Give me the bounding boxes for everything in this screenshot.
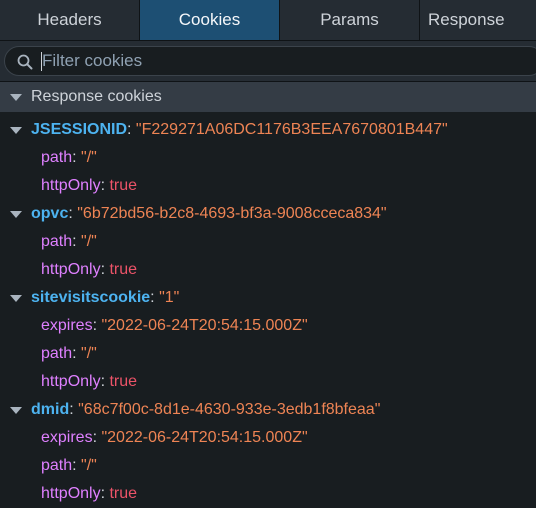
property-row: httpOnly: true	[41, 373, 138, 390]
cookies-tree: JSESSIONID: "F229271A06DC1176B3EEA767080…	[0, 116, 536, 508]
section-label: Response cookies	[31, 88, 162, 105]
property-key: httpOnly	[41, 261, 101, 278]
property-row: expires: "2022-06-24T20:54:15.000Z"	[41, 429, 308, 446]
filter-cookies-input[interactable]	[42, 50, 522, 72]
property-value: "/"	[81, 345, 97, 362]
search-icon	[17, 54, 33, 70]
property-value: "/"	[81, 457, 97, 474]
property-value: "/"	[81, 233, 97, 250]
cookie-value: "F229271A06DC1176B3EEA7670801B447"	[135, 121, 448, 138]
cookie-row-opvc[interactable]: opvc: "6b72bd56-b2c8-4693-bf3a-9008cceca…	[0, 200, 536, 228]
tab-response[interactable]: Response	[420, 0, 536, 40]
property-row: path: "/"	[41, 457, 97, 474]
cookie-name: sitevisitscookie	[31, 289, 151, 306]
cookie-row-jsessionid[interactable]: JSESSIONID: "F229271A06DC1176B3EEA767080…	[0, 116, 536, 144]
property-value: true	[109, 485, 138, 502]
property-row: path: "/"	[41, 345, 97, 362]
response-cookies-header[interactable]: Response cookies	[0, 82, 536, 112]
filter-box[interactable]	[4, 46, 536, 76]
property-value: true	[109, 261, 138, 278]
cookie-row-sitevisitscookie[interactable]: sitevisitscookie: "1"	[0, 284, 536, 312]
property-key: path	[41, 345, 73, 362]
property-key: httpOnly	[41, 485, 101, 502]
property-key: path	[41, 233, 73, 250]
property-key: httpOnly	[41, 177, 101, 194]
tab-bar: Headers Cookies Params Response	[0, 0, 536, 41]
property-row: path: "/"	[41, 149, 97, 166]
property-value: "/"	[81, 149, 97, 166]
tab-cookies[interactable]: Cookies	[140, 0, 280, 40]
property-value: "2022-06-24T20:54:15.000Z"	[101, 317, 308, 334]
property-row: httpOnly: true	[41, 177, 138, 194]
property-key: httpOnly	[41, 373, 101, 390]
property-value: true	[109, 177, 138, 194]
filter-bar	[0, 41, 536, 82]
property-key: path	[41, 457, 73, 474]
triangle-down-icon[interactable]	[10, 407, 22, 414]
property-value: "2022-06-24T20:54:15.000Z"	[101, 429, 308, 446]
cookie-value: "68c7f00c-8d1e-4630-933e-3edb1f8bfeaa"	[78, 401, 381, 418]
tab-headers[interactable]: Headers	[0, 0, 140, 40]
triangle-down-icon[interactable]	[10, 94, 22, 101]
triangle-down-icon[interactable]	[10, 295, 22, 302]
property-key: expires	[41, 429, 93, 446]
triangle-down-icon[interactable]	[10, 127, 22, 134]
cookie-name: opvc	[31, 205, 69, 222]
triangle-down-icon[interactable]	[10, 211, 22, 218]
cookie-value: "1"	[159, 289, 180, 306]
property-row: expires: "2022-06-24T20:54:15.000Z"	[41, 317, 308, 334]
property-key: expires	[41, 317, 93, 334]
cookie-name: dmid	[31, 401, 70, 418]
property-key: path	[41, 149, 73, 166]
text-cursor	[41, 52, 42, 71]
cookie-row-dmid[interactable]: dmid: "68c7f00c-8d1e-4630-933e-3edb1f8bf…	[0, 396, 536, 424]
property-value: true	[109, 373, 138, 390]
cookie-name: JSESSIONID	[31, 121, 128, 138]
property-row: path: "/"	[41, 233, 97, 250]
property-row: httpOnly: true	[41, 485, 138, 502]
property-row: httpOnly: true	[41, 261, 138, 278]
tab-params[interactable]: Params	[280, 0, 420, 40]
cookie-value: "6b72bd56-b2c8-4693-bf3a-9008cceca834"	[77, 205, 387, 222]
